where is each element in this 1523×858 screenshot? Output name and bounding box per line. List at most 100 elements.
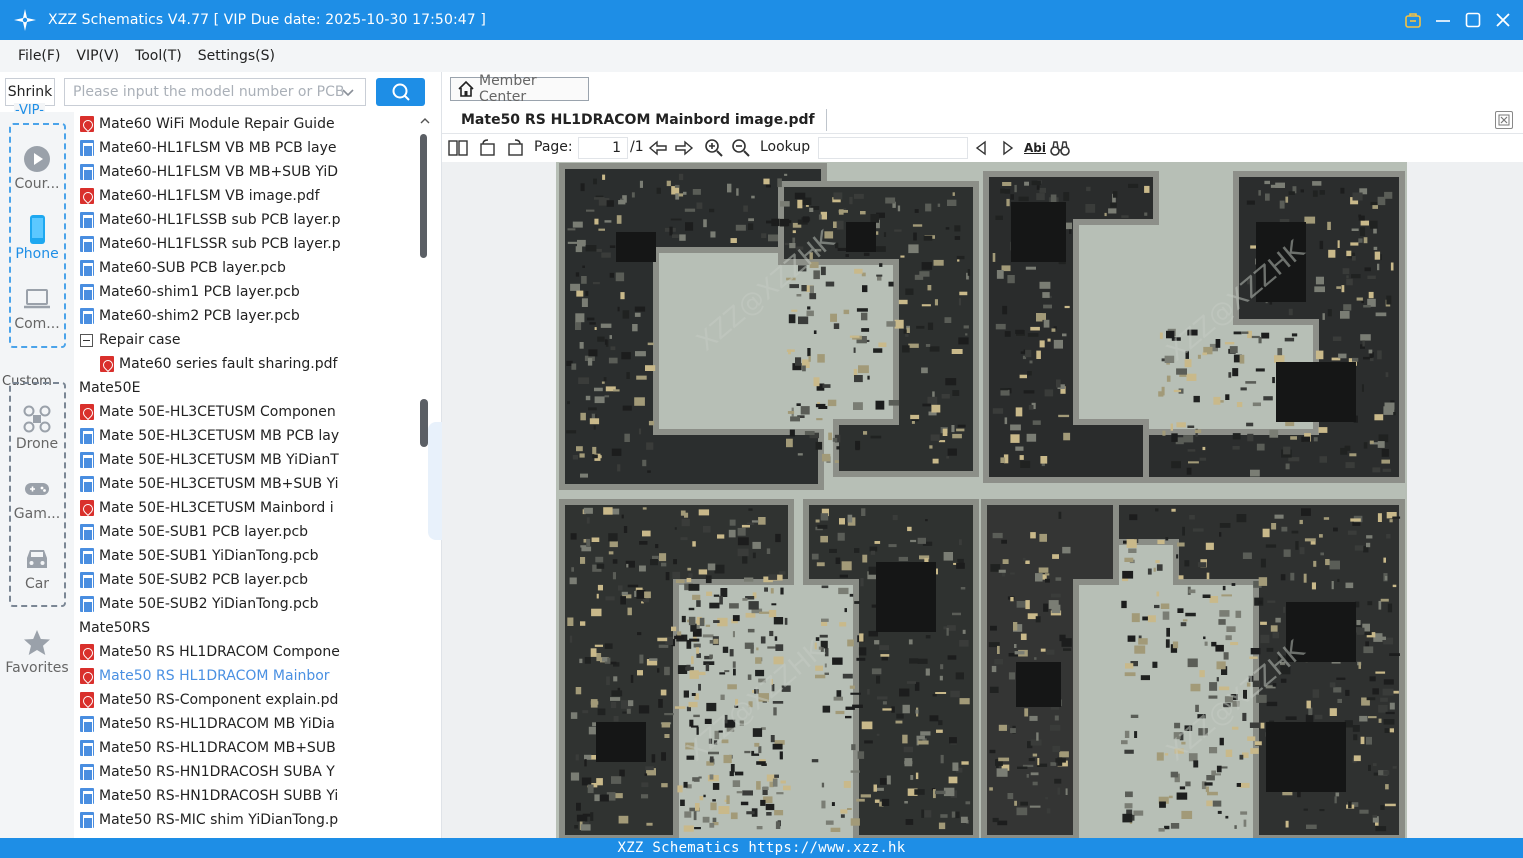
pdf-file-icon: [80, 500, 94, 516]
tree-folder[interactable]: Mate50RS: [74, 616, 150, 640]
tree-file-item[interactable]: Mate50 RS-HN1DRACOSH SUBA Y: [80, 760, 335, 784]
minimize-icon[interactable]: [1433, 10, 1453, 30]
category-drone[interactable]: Drone: [0, 404, 74, 452]
find-prev-icon[interactable]: [971, 138, 991, 158]
home-icon: [458, 80, 474, 97]
tree-file-item[interactable]: Mate 50E-SUB1 YiDianTong.pcb: [80, 544, 319, 568]
maximize-icon[interactable]: [1463, 10, 1483, 30]
tree-file-item[interactable]: Mate50 RS-Component explain.pd: [80, 688, 338, 712]
tree-file-item[interactable]: Mate60-shim2 PCB layer.pcb: [80, 304, 300, 328]
menu-file[interactable]: File(F): [18, 48, 60, 64]
lookup-label: Lookup: [760, 139, 811, 155]
menu-vip[interactable]: VIP(V): [76, 48, 119, 64]
next-page-icon[interactable]: [674, 138, 694, 158]
rotate-right-icon[interactable]: [505, 138, 525, 158]
gamepad-icon: [25, 483, 49, 495]
tab-document[interactable]: Mate50 RS HL1DRACOM Mainbord image.pdf: [450, 109, 827, 131]
search-input[interactable]: Please input the model number or PCB: [64, 78, 366, 106]
shrink-button[interactable]: Shrink: [5, 78, 55, 106]
pcb-file-icon: [80, 476, 94, 493]
category-courses[interactable]: Cour...: [0, 144, 74, 192]
two-page-icon[interactable]: [448, 138, 468, 158]
tree-item-label: Mate50 RS-Component explain.pd: [99, 692, 339, 708]
match-case-button[interactable]: Abi: [1024, 138, 1046, 158]
category-computer[interactable]: Com...: [0, 284, 74, 332]
category-game[interactable]: Gam...: [0, 474, 74, 522]
tree-item-label: Mate50 RS-HN1DRACOSH SUBA Y: [99, 764, 335, 780]
scroll-up-icon[interactable]: [420, 116, 430, 126]
tree-item-label: Mate60-HL1FLSM VB MB+SUB YiD: [99, 164, 339, 180]
member-center-button[interactable]: Member Center: [450, 73, 589, 105]
search-button[interactable]: [376, 78, 425, 106]
tree-item-label: Mate50E: [79, 380, 141, 396]
panel-scroll-thumb[interactable]: [420, 399, 428, 447]
tree-file-item[interactable]: Mate50 RS-HN1DRACOSH SUBB Yi: [80, 784, 338, 808]
tree-item-label: Mate 50E-HL3CETUSM Componen: [99, 404, 336, 420]
pdf-file-icon: [80, 116, 94, 132]
zoom-out-icon[interactable]: [731, 138, 751, 158]
tree-item-label: Mate 50E-HL3CETUSM MB+SUB Yi: [99, 476, 339, 492]
tree-item-label: Mate60-SUB PCB layer.pcb: [99, 260, 286, 276]
tree-file-item[interactable]: Mate50 RS-HL1DRACOM MB YiDia: [80, 712, 335, 736]
prev-page-icon[interactable]: [648, 138, 668, 158]
tree-file-item[interactable]: Mate60-HL1FLSSR sub PCB layer.p: [80, 232, 341, 256]
tree-file-item[interactable]: Mate 50E-HL3CETUSM MB YiDianT: [80, 448, 339, 472]
tree-file-item[interactable]: Mate50 RS HL1DRACOM Mainbor: [80, 664, 330, 688]
page-label: Page:: [534, 139, 573, 155]
document-tabs: Mate50 RS HL1DRACOM Mainbord image.pdf: [442, 106, 1523, 134]
pcb-file-icon: [80, 284, 94, 301]
pdf-file-icon: [80, 404, 94, 420]
tree-file-item[interactable]: Mate50 RS HL1DRACOM Compone: [80, 640, 340, 664]
category-car[interactable]: Car: [0, 544, 74, 592]
vip-bag-icon[interactable]: [1403, 10, 1423, 30]
window-title: XZZ Schematics V4.77 [ VIP Due date: 202…: [48, 12, 486, 28]
tree-item-label: Mate50RS: [79, 620, 151, 636]
binoculars-icon[interactable]: [1050, 138, 1070, 158]
close-all-tabs-icon[interactable]: [1495, 111, 1513, 129]
tree-file-item[interactable]: Mate60 WiFi Module Repair Guide: [80, 112, 335, 136]
tree-file-item[interactable]: Mate 50E-HL3CETUSM Mainbord i: [80, 496, 334, 520]
star-icon: [24, 630, 50, 655]
category-phone[interactable]: Phone: [0, 214, 74, 262]
tree-file-item[interactable]: Mate 50E-HL3CETUSM MB PCB lay: [80, 424, 339, 448]
lookup-input[interactable]: [818, 137, 968, 159]
tree-item-label: Mate50 RS-HN1DRACOSH SUBB Yi: [99, 788, 339, 804]
tree-item-label: Mate60-shim2 PCB layer.pcb: [99, 308, 300, 324]
tree-file-item[interactable]: Mate50 RS-MIC shim YiDianTong.p: [80, 808, 338, 832]
tree-file-item[interactable]: Mate 50E-HL3CETUSM Componen: [80, 400, 336, 424]
document-viewer[interactable]: XZZ@XZZHK XZZ@XZZHK XZZ@XZZHK XZZ@XZZHK: [442, 162, 1523, 838]
tree-folder[interactable]: Mate50E: [74, 376, 140, 400]
chevron-down-icon[interactable]: [341, 85, 355, 103]
tree-file-item[interactable]: Mate60-SUB PCB layer.pcb: [80, 256, 286, 280]
page-number-input[interactable]: 1: [578, 137, 628, 159]
tree-file-item[interactable]: Mate60 series fault sharing.pdf: [100, 352, 337, 376]
zoom-in-icon[interactable]: [704, 138, 724, 158]
tree-file-item[interactable]: Mate60-shim1 PCB layer.pcb: [80, 280, 300, 304]
tree-folder[interactable]: Repair case: [80, 328, 180, 352]
menu-tool[interactable]: Tool(T): [135, 48, 182, 64]
tree-file-item[interactable]: Mate50 RS-HL1DRACOM MB+SUB: [80, 736, 336, 760]
close-icon[interactable]: [1493, 10, 1513, 30]
tree-file-item[interactable]: Mate 50E-SUB1 PCB layer.pcb: [80, 520, 308, 544]
pdf-file-icon: [80, 668, 94, 684]
tree-file-item[interactable]: Mate 50E-SUB2 PCB layer.pcb: [80, 568, 308, 592]
rotate-left-icon[interactable]: [478, 138, 498, 158]
panel-collapse-handle[interactable]: [428, 422, 442, 540]
find-next-icon[interactable]: [998, 138, 1018, 158]
tree-file-item[interactable]: Mate60-HL1FLSM VB MB+SUB YiD: [80, 160, 338, 184]
tree-file-item[interactable]: Mate60-HL1FLSSB sub PCB layer.p: [80, 208, 341, 232]
category-favorites[interactable]: Favorites: [0, 628, 74, 676]
menu-settings[interactable]: Settings(S): [198, 48, 275, 64]
pcb-file-icon: [80, 212, 94, 229]
scroll-thumb[interactable]: [420, 134, 427, 258]
pcb-file-icon: [80, 740, 94, 757]
tree-item-label: Mate60-HL1FLSSR sub PCB layer.p: [99, 236, 341, 252]
collapse-toggle-icon[interactable]: [80, 333, 93, 347]
tree-file-item[interactable]: Mate 50E-SUB2 YiDianTong.pcb: [80, 592, 319, 616]
tree-item-label: Mate50 RS-HL1DRACOM MB+SUB: [99, 740, 336, 756]
tree-file-item[interactable]: Mate60-HL1FLSM VB MB PCB laye: [80, 136, 337, 160]
tree-file-item[interactable]: Mate 50E-HL3CETUSM MB+SUB Yi: [80, 472, 339, 496]
tree-item-label: Mate 50E-HL3CETUSM Mainbord i: [99, 500, 334, 516]
tree-file-item[interactable]: Mate60-HL1FLSM VB image.pdf: [80, 184, 320, 208]
pcb-file-icon: [80, 764, 94, 781]
